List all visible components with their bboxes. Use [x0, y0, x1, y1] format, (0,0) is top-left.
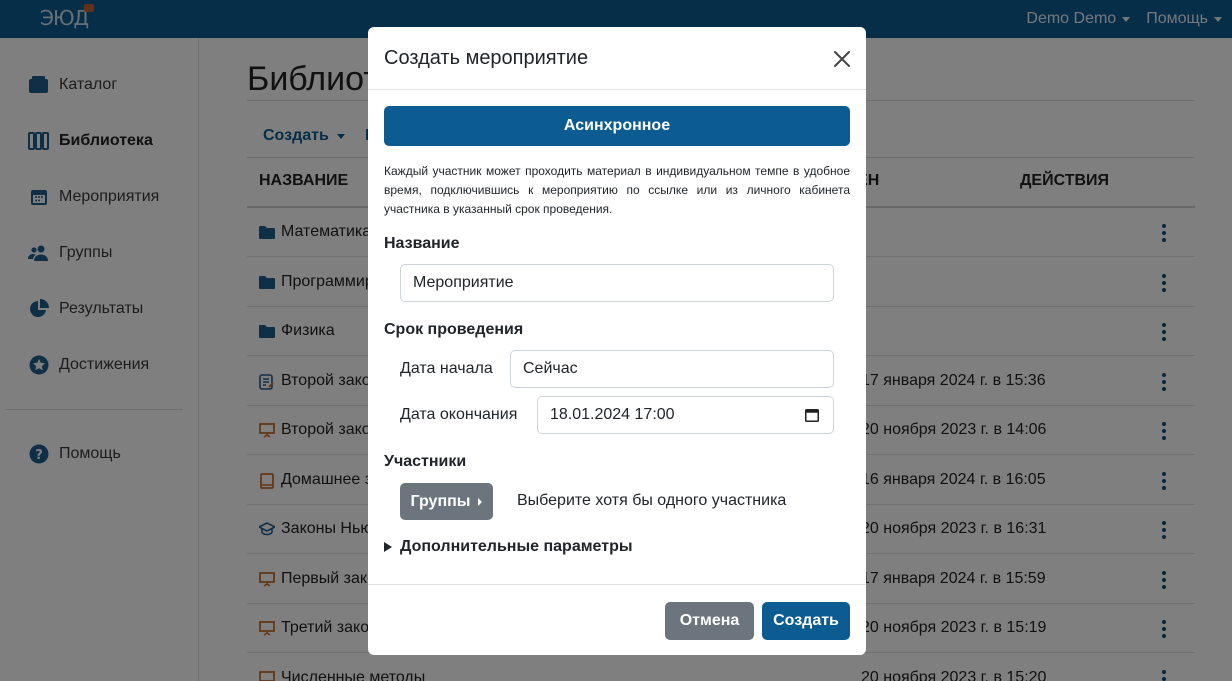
disclosure-triangle-icon: [384, 542, 392, 552]
start-date-value: Сейчас: [523, 360, 578, 377]
groups-button-label: Группы: [410, 492, 471, 510]
end-date-input[interactable]: 18.01.2024 17:00: [537, 396, 834, 434]
participants-label: Участники: [384, 453, 467, 470]
start-date-input[interactable]: Сейчас: [510, 350, 834, 388]
end-date-label: Дата окончания: [400, 406, 518, 423]
close-icon: [834, 51, 850, 67]
create-event-modal: Создать мероприятие Асинхронное Каждый у…: [368, 27, 866, 655]
name-label: Название: [384, 235, 460, 252]
advanced-params-toggle[interactable]: Дополнительные параметры: [384, 538, 633, 556]
create-button[interactable]: Создать: [762, 602, 850, 640]
modal-header: Создать мероприятие: [368, 27, 866, 90]
cancel-button[interactable]: Отмена: [665, 602, 754, 640]
caret-right-icon: [478, 497, 483, 506]
end-date-value: 18.01.2024 17:00: [550, 406, 675, 423]
calendar-picker-icon[interactable]: [805, 408, 819, 422]
event-name-value: Мероприятие: [413, 274, 514, 291]
groups-button[interactable]: Группы: [400, 483, 493, 520]
start-date-label: Дата начала: [400, 360, 493, 377]
event-name-input[interactable]: Мероприятие: [400, 264, 834, 302]
period-label: Срок проведения: [384, 321, 524, 338]
modal-title: Создать мероприятие: [384, 47, 589, 69]
participants-hint: Выберите хотя бы одного участника: [517, 492, 787, 509]
mode-description: Каждый участник может проходить материал…: [384, 164, 850, 216]
close-button[interactable]: [832, 49, 852, 69]
modal-footer: Отмена Создать: [368, 584, 866, 655]
advanced-params-label: Дополнительные параметры: [400, 538, 633, 555]
async-mode-button[interactable]: Асинхронное: [384, 106, 850, 146]
